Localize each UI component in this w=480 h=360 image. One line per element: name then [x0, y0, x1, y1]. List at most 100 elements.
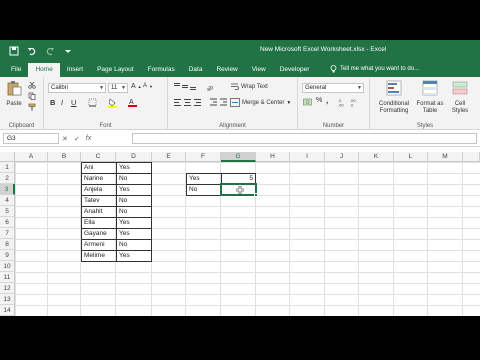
cell-f2[interactable]: Yes — [187, 173, 221, 184]
cell-c1[interactable]: Ani — [82, 162, 116, 173]
column-header-a[interactable]: A — [15, 152, 48, 162]
tab-home[interactable]: Home — [28, 63, 60, 77]
cell-d7[interactable]: Yes — [117, 228, 151, 239]
cell-f3[interactable]: No — [187, 184, 221, 195]
font-color-button[interactable]: A — [128, 97, 137, 107]
horizontal-align-buttons[interactable] — [174, 98, 204, 107]
cell-c4[interactable]: Tatev — [82, 195, 116, 206]
cell-d3[interactable]: Yes — [117, 184, 151, 195]
cancel-icon[interactable]: ✕ — [62, 135, 68, 143]
cell-d6[interactable]: Yes — [117, 217, 151, 228]
cut-button[interactable] — [28, 81, 36, 89]
redo-icon[interactable] — [44, 45, 56, 57]
tab-page-layout[interactable]: Page Layout — [90, 63, 141, 77]
cell-c5[interactable]: Anahit — [82, 206, 116, 217]
increase-font-button[interactable]: A ▲ — [131, 83, 142, 90]
copy-button[interactable] — [28, 92, 36, 100]
conditional-formatting-button[interactable]: Conditional Formatting — [376, 80, 412, 115]
decrease-font-button[interactable]: A ▼ — [143, 83, 153, 89]
tab-review[interactable]: Review — [209, 63, 244, 77]
cell-c7[interactable]: Gayane — [82, 228, 116, 239]
row-header-2[interactable]: 2 — [0, 173, 15, 184]
enter-icon[interactable]: ✓ — [74, 135, 80, 143]
column-header-j[interactable]: J — [325, 152, 359, 162]
tab-data[interactable]: Data — [182, 63, 210, 77]
cell-d1[interactable]: Yes — [117, 162, 151, 173]
cell-c3[interactable]: Anjela — [82, 184, 116, 195]
save-icon[interactable] — [8, 45, 20, 57]
cell-d4[interactable]: No — [117, 195, 151, 206]
row-header-7[interactable]: 7 — [0, 228, 15, 239]
accounting-format-button[interactable] — [303, 98, 313, 107]
column-header-h[interactable]: H — [256, 152, 290, 162]
formula-input[interactable] — [132, 133, 477, 144]
underline-button[interactable]: U — [71, 98, 76, 107]
tab-developer[interactable]: Developer — [273, 63, 317, 77]
font-size-combo[interactable]: 11 ▼ — [108, 83, 128, 93]
format-as-table-button[interactable]: Format as Table — [414, 80, 446, 115]
customize-icon[interactable] — [62, 45, 74, 57]
merge-center-button[interactable]: Merge & Center ▼ — [230, 98, 291, 107]
top-align-button[interactable] — [174, 82, 198, 91]
cell-c8[interactable]: Armeni — [82, 239, 116, 250]
name-box[interactable]: G3 — [3, 133, 59, 144]
orientation-button[interactable]: ab — [206, 82, 216, 91]
select-all-corner[interactable] — [0, 152, 15, 162]
column-header-e[interactable]: E — [152, 152, 186, 162]
indent-buttons[interactable] — [210, 98, 228, 107]
bold-button[interactable]: B — [50, 98, 55, 107]
row-header-3[interactable]: 3 — [0, 184, 15, 195]
row-header-1[interactable]: 1 — [0, 162, 15, 173]
row-header-5[interactable]: 5 — [0, 206, 15, 217]
paste-button[interactable]: Paste — [3, 80, 25, 108]
comma-button[interactable]: , — [326, 96, 328, 105]
cell-c2[interactable]: Narine — [82, 173, 116, 184]
cell-d2[interactable]: No — [117, 173, 151, 184]
row-header-11[interactable]: 11 — [0, 272, 15, 283]
cell-styles-button[interactable]: Cell Styles — [448, 80, 472, 115]
merge-center-label: Merge & Center — [242, 99, 285, 106]
column-header-c[interactable]: C — [81, 152, 116, 162]
fill-handle[interactable] — [254, 193, 258, 197]
column-header-l[interactable]: L — [394, 152, 428, 162]
wrap-text-button[interactable]: Wrap Text — [230, 82, 268, 91]
column-header-b[interactable]: B — [48, 152, 81, 162]
column-header-k[interactable]: K — [359, 152, 394, 162]
row-header-13[interactable]: 13 — [0, 294, 15, 305]
cell-d5[interactable]: No — [117, 206, 151, 217]
column-header-n[interactable] — [463, 152, 480, 162]
insert-function-button[interactable]: fx — [86, 135, 91, 142]
column-header-m[interactable]: M — [428, 152, 463, 162]
row-header-8[interactable]: 8 — [0, 239, 15, 250]
row-header-4[interactable]: 4 — [0, 195, 15, 206]
font-name-combo[interactable]: Calibri ▼ — [48, 83, 106, 93]
tab-view[interactable]: View — [245, 63, 273, 77]
undo-icon[interactable] — [26, 45, 38, 57]
borders-button[interactable] — [88, 98, 97, 107]
formula-bar-controls: ✕ ✓ fx — [62, 133, 91, 144]
number-format-combo[interactable]: General ▼ — [302, 83, 364, 93]
cell-d9[interactable]: Yes — [117, 250, 151, 261]
column-header-i[interactable]: I — [290, 152, 325, 162]
row-header-9[interactable]: 9 — [0, 250, 15, 261]
fill-color-button[interactable] — [108, 98, 117, 108]
cell-c6[interactable]: Ella — [82, 217, 116, 228]
row-header-6[interactable]: 6 — [0, 217, 15, 228]
cell-d8[interactable]: No — [117, 239, 151, 250]
worksheet-grid[interactable]: A B C D E F G H I J K L M 1 2 3 4 5 6 7 — [0, 152, 480, 316]
row-header-10[interactable]: 10 — [0, 261, 15, 272]
decimal-buttons[interactable]: .0.00.00.0 — [338, 98, 360, 107]
italic-button[interactable]: I — [61, 98, 63, 107]
row-header-12[interactable]: 12 — [0, 283, 15, 294]
column-header-d[interactable]: D — [116, 152, 152, 162]
percent-button[interactable]: % — [316, 97, 322, 104]
tab-formulas[interactable]: Formulas — [141, 63, 182, 77]
tell-me-search[interactable]: Tell me what you want to do... — [330, 65, 419, 73]
column-header-g[interactable]: G — [221, 152, 256, 162]
cell-c9[interactable]: Melime — [82, 250, 116, 261]
row-header-14[interactable]: 14 — [0, 305, 15, 316]
format-painter-button[interactable] — [28, 103, 36, 111]
tab-file[interactable]: File — [4, 63, 28, 77]
column-header-f[interactable]: F — [186, 152, 221, 162]
tab-insert[interactable]: Insert — [60, 63, 90, 77]
